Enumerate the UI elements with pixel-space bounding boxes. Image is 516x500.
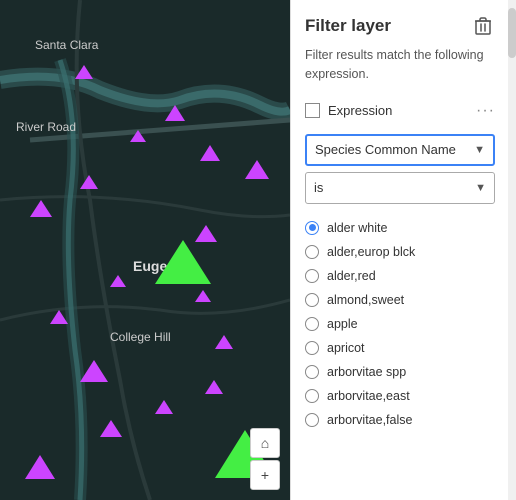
map-label-college-hill: College Hill [110,330,171,344]
list-item[interactable]: apple [291,312,509,336]
map-triangle-marker [205,380,223,394]
list-item[interactable]: alder,europ blck [291,240,509,264]
map-triangle-marker [25,455,55,479]
map-triangle-marker [80,175,98,189]
map-toolbar: ⌂ + [250,428,280,490]
map-container: Santa Clara River Road Eugene College Hi… [0,0,290,500]
panel-title: Filter layer [305,16,391,36]
map-triangle-marker [75,65,93,79]
list-item[interactable]: apricot [291,336,509,360]
expression-menu-button[interactable]: ··· [476,102,495,120]
trash-icon [475,17,491,35]
map-triangle-marker [195,290,211,302]
operator-dropdown[interactable]: is ▼ [305,172,495,204]
species-list: alder white alder,europ blck alder,red almo… [291,212,509,500]
map-triangle-marker [130,130,146,142]
map-triangle-marker [155,400,173,414]
map-label-santa-clara: Santa Clara [35,38,98,52]
expression-label: Expression [328,103,468,118]
home-button[interactable]: ⌂ [250,428,280,458]
list-item-label: arborvitae,east [327,389,410,403]
panel-scrollbar[interactable] [508,0,516,500]
field-dropdown-value: Species Common Name [315,142,456,157]
radio-button[interactable] [305,341,319,355]
radio-button[interactable] [305,365,319,379]
panel-header: Filter layer [291,0,509,46]
map-triangle-marker [100,420,122,437]
species-list-section: alder white alder,europ blck alder,red almo… [291,212,509,500]
list-item-label: apricot [327,341,365,355]
map-label-river-road: River Road [16,120,76,134]
list-item-label: apple [327,317,358,331]
delete-filter-button[interactable] [471,14,495,38]
list-item-label: alder,europ blck [327,245,415,259]
expression-checkbox[interactable] [305,103,320,118]
list-item-label: alder,red [327,269,376,283]
radio-button[interactable] [305,413,319,427]
map-triangle-marker [165,105,185,121]
panel-scrollbar-thumb[interactable] [508,8,516,58]
map-triangle-marker [215,335,233,349]
filter-panel: Filter layer Filter results match the fo… [290,0,516,500]
radio-button[interactable] [305,317,319,331]
operator-dropdown-value: is [314,180,323,195]
map-triangle-marker [30,200,52,217]
field-dropdown[interactable]: Species Common Name ▼ [305,134,495,166]
list-item-label: arborvitae spp [327,365,406,379]
list-item-label: almond,sweet [327,293,404,307]
panel-description: Filter results match the following expre… [291,46,509,96]
map-triangle-marker [110,275,126,287]
list-item[interactable]: arborvitae spp [291,360,509,384]
expression-row: Expression ··· [291,96,509,126]
map-triangle-marker [245,160,269,179]
list-item[interactable]: arborvitae,false [291,408,509,432]
filter-controls: Species Common Name ▼ is ▼ [291,126,509,212]
operator-dropdown-arrow-icon: ▼ [475,182,486,194]
list-item-label: arborvitae,false [327,413,412,427]
field-dropdown-arrow-icon: ▼ [474,144,485,156]
map-triangle-marker [155,240,211,284]
radio-button[interactable] [305,221,319,235]
radio-button[interactable] [305,269,319,283]
radio-button[interactable] [305,389,319,403]
list-item[interactable]: arborvitae,east [291,384,509,408]
radio-button[interactable] [305,245,319,259]
map-triangle-marker [200,145,220,161]
list-item-label: alder white [327,221,387,235]
map-triangle-marker [80,360,108,382]
map-svg [0,0,290,500]
list-item[interactable]: alder,red [291,264,509,288]
radio-button[interactable] [305,293,319,307]
list-item[interactable]: alder white [291,216,509,240]
map-triangle-marker [50,310,68,324]
zoom-in-button[interactable]: + [250,460,280,490]
list-item[interactable]: almond,sweet [291,288,509,312]
